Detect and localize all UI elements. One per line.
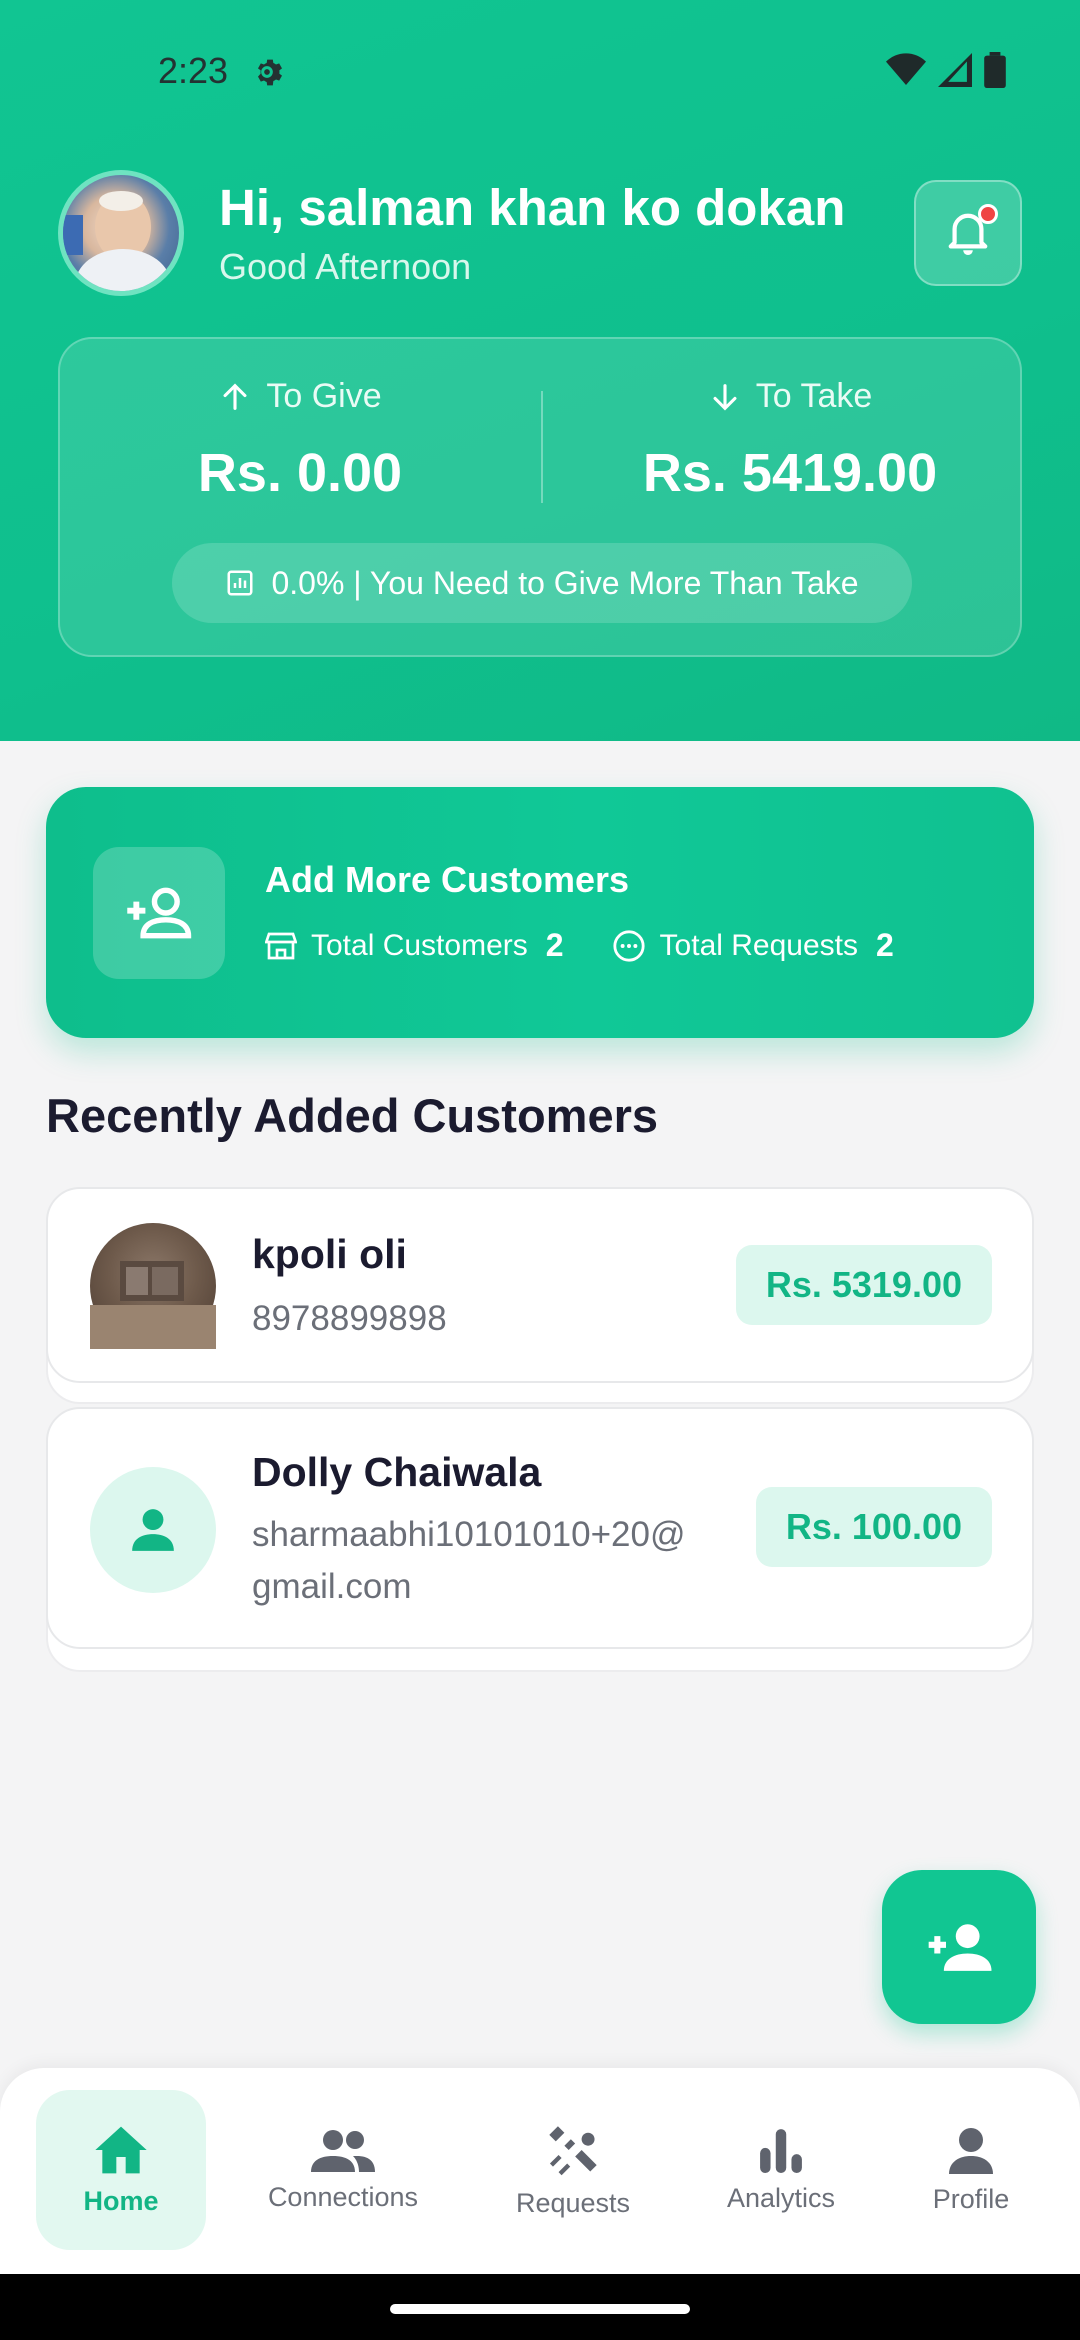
to-take-label: To Take [755, 377, 873, 415]
nav-profile[interactable]: Profile [914, 2090, 1028, 2250]
to-give-label: To Give [266, 377, 382, 415]
home-gesture-handle[interactable] [390, 2304, 690, 2314]
nav-connections[interactable]: Connections [262, 2090, 424, 2250]
total-requests-stat: Total Requests 2 [612, 927, 894, 964]
add-customer-fab[interactable] [882, 1870, 1036, 2024]
notifications-button[interactable] [914, 180, 1022, 286]
bar-chart-icon [760, 2128, 802, 2173]
customer-phone: 8978899898 [252, 1299, 447, 1338]
total-customers-value: 2 [545, 927, 564, 963]
person-icon [132, 1509, 174, 1551]
to-give-amount: Rs. 0.00 [197, 443, 403, 503]
add-customers-title: Add More Customers [265, 859, 630, 900]
to-take-amount: Rs. 5419.00 [642, 443, 938, 503]
add-person-icon [127, 887, 192, 939]
add-customer-icon-box [93, 847, 225, 979]
add-customers-card[interactable]: Add More Customers Total Customers 2 Tot… [46, 787, 1034, 1038]
nav-analytics[interactable]: Analytics [714, 2090, 848, 2250]
requests-icon [549, 2125, 597, 2175]
status-bar: 2:23 [0, 0, 1080, 140]
cell-signal-icon [938, 53, 972, 87]
bottom-navigation: Home Connections Requests Analytics Prof… [0, 2068, 1080, 2274]
nav-requests[interactable]: Requests [500, 2090, 646, 2250]
home-icon [95, 2126, 147, 2173]
total-customers-stat: Total Customers 2 [265, 927, 564, 964]
add-person-icon [928, 1924, 992, 1971]
balance-summary-text: 0.0% | You Need to Give More Than Take [271, 564, 859, 601]
header: 2:23 Hi, salman khan ko dokan Good After… [0, 0, 1080, 741]
people-icon [311, 2129, 375, 2172]
chat-dots-icon [612, 929, 645, 962]
customer-email: sharmaabhi10101010+20@ gmail.com [252, 1509, 686, 1613]
balance-divider [541, 391, 543, 503]
status-icons [886, 52, 1006, 88]
notification-badge [978, 204, 998, 224]
status-time: 2:23 [158, 50, 229, 91]
person-icon [949, 2127, 993, 2174]
customer-email-line1: sharmaabhi10101010+20@ [252, 1515, 686, 1554]
system-gesture-bar [0, 2274, 1080, 2340]
arrow-down-icon [713, 383, 737, 411]
customer-card[interactable]: kpoli oli 8978899898 Rs. 5319.00 [46, 1187, 1034, 1383]
recent-customers-title: Recently Added Customers [46, 1089, 659, 1142]
total-requests-value: 2 [876, 927, 894, 963]
to-give-section: To Give Rs. 0.00 [90, 377, 510, 504]
nav-profile-label: Profile [932, 2183, 1010, 2214]
to-take-section: To Take Rs. 5419.00 [580, 377, 1000, 504]
balance-card: To Give Rs. 0.00 To Take Rs. 5419.00 0.0… [58, 337, 1022, 657]
avatar-photo [63, 191, 171, 291]
user-avatar[interactable] [58, 170, 184, 296]
nav-requests-label: Requests [515, 2187, 631, 2218]
arrow-up-icon [223, 382, 247, 410]
customer-balance-pill: Rs. 5319.00 [735, 1245, 992, 1325]
customer-balance-pill: Rs. 100.00 [755, 1487, 992, 1567]
settings-gear-icon [258, 59, 282, 86]
customer-name: Dolly Chaiwala [252, 1449, 542, 1495]
wifi-icon [886, 53, 926, 85]
total-requests-label: Total Requests [659, 928, 858, 962]
greeting-subtitle: Good Afternoon [219, 246, 472, 287]
add-customers-stats: Total Customers 2 Total Requests 2 [265, 927, 894, 964]
customer-card[interactable]: Dolly Chaiwala sharmaabhi10101010+20@ gm… [46, 1407, 1034, 1649]
nav-home-label: Home [83, 2185, 159, 2216]
balance-summary-pill: 0.0% | You Need to Give More Than Take [172, 543, 912, 623]
nav-home[interactable]: Home [36, 2090, 206, 2250]
kitchen-photo [90, 1261, 216, 1349]
customer-email-line2: gmail.com [252, 1567, 412, 1606]
store-icon [265, 932, 297, 959]
report-icon [227, 570, 253, 596]
nav-analytics-label: Analytics [726, 2182, 836, 2213]
greeting-title: Hi, salman khan ko dokan [219, 179, 846, 236]
customer-avatar-photo [90, 1223, 216, 1349]
customer-name: kpoli oli [252, 1231, 407, 1277]
battery-icon [984, 52, 1006, 88]
total-customers-label: Total Customers [311, 928, 528, 962]
customer-avatar-placeholder [90, 1467, 216, 1593]
nav-connections-label: Connections [267, 2181, 419, 2212]
